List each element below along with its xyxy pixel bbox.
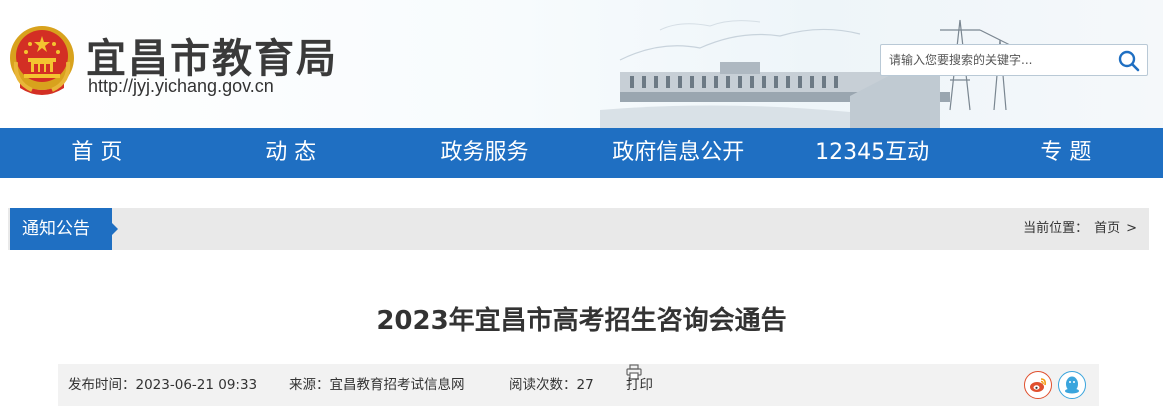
qq-icon	[1065, 376, 1079, 394]
nav-item-news[interactable]: 动 态	[194, 128, 388, 178]
channel-tab-label: 通知公告	[22, 219, 90, 239]
publish-date: 发布时间：2023-06-21 09:33	[68, 377, 258, 393]
site-header: 宜昌市教育局 http://jyj.yichang.gov.cn	[0, 0, 1163, 128]
share-weibo-button[interactable]	[1024, 371, 1052, 399]
article-source: 来源：宜昌教育招考试信息网	[289, 377, 465, 393]
breadcrumb-prefix: 当前位置：	[1023, 221, 1089, 236]
site-url: http://jyj.yichang.gov.cn	[88, 76, 274, 96]
nav-item-services[interactable]: 政务服务	[388, 128, 582, 178]
search-box	[880, 44, 1148, 76]
national-emblem-icon	[10, 26, 74, 95]
print-label: 打印	[626, 377, 653, 393]
article-meta-bar: 发布时间：2023-06-21 09:33 来源：宜昌教育招考试信息网 阅读次数…	[58, 364, 1099, 406]
article-title: 2023年宜昌市高考招生咨询会通告	[376, 306, 787, 336]
weibo-icon	[1030, 378, 1046, 392]
main-nav: 首 页 动 态 政务服务 政府信息公开 12345互动 专 题	[0, 128, 1163, 178]
nav-item-open-info[interactable]: 政府信息公开	[581, 128, 775, 178]
breadcrumb: 当前位置： 首页 >	[1023, 208, 1137, 250]
nav-item-home[interactable]: 首 页	[0, 128, 194, 178]
search-input[interactable]	[881, 45, 1111, 75]
channel-tab[interactable]: 通知公告	[10, 208, 118, 250]
channel-tab-arrow	[112, 223, 118, 235]
nav-item-12345[interactable]: 12345互动	[775, 128, 969, 178]
search-icon[interactable]	[1117, 49, 1141, 73]
channel-bar: 通知公告 当前位置： 首页 >	[8, 208, 1149, 250]
nav-item-topics[interactable]: 专 题	[969, 128, 1163, 178]
breadcrumb-home-link[interactable]: 首页	[1094, 208, 1120, 250]
read-count: 阅读次数：27	[509, 377, 594, 393]
share-qq-button[interactable]	[1058, 371, 1086, 399]
breadcrumb-separator: >	[1126, 221, 1137, 236]
print-button[interactable]: 打印	[626, 364, 653, 393]
